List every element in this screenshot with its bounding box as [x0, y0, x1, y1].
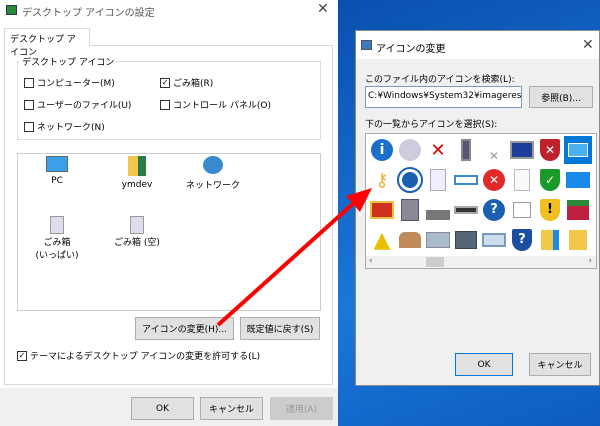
- tab-desktop-icons[interactable]: デスクトップ アイコン: [4, 28, 90, 58]
- arrow-line: [216, 199, 358, 327]
- annotation-arrow: [216, 188, 372, 327]
